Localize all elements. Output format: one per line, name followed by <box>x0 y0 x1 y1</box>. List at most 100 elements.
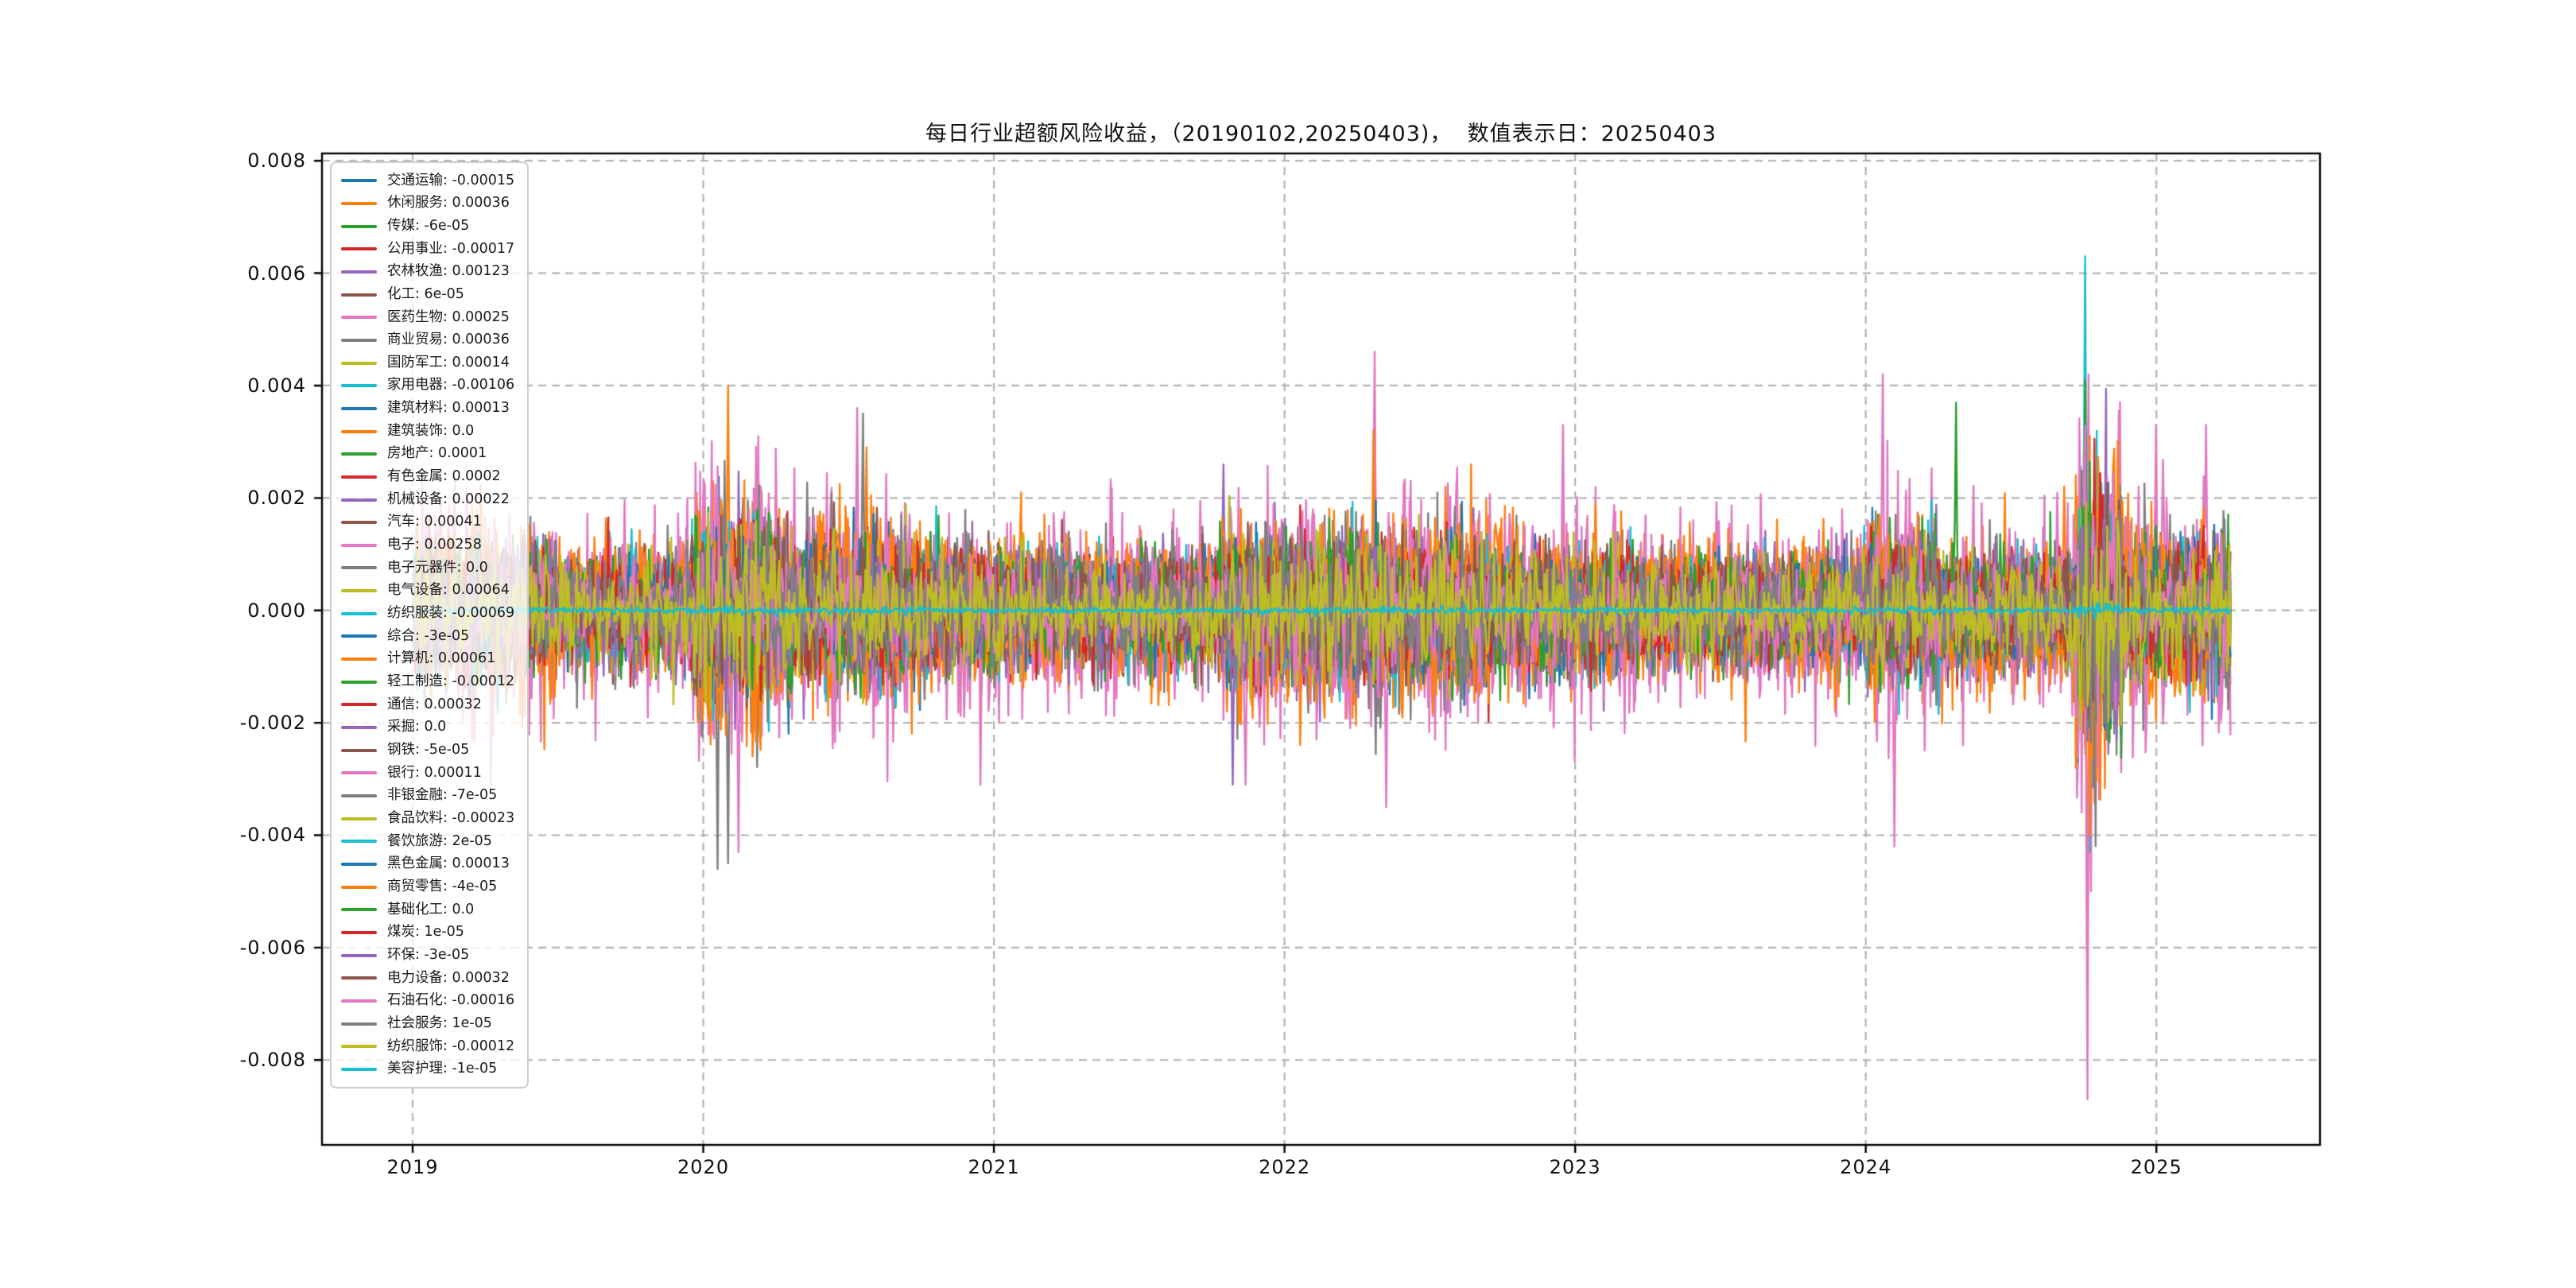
x-tick-label: 2021 <box>930 1156 1057 1178</box>
legend-line-swatch-icon <box>341 771 377 774</box>
legend-line-swatch-icon <box>341 726 377 729</box>
legend-item-label: 商业贸易: 0.00036 <box>387 333 510 347</box>
x-tick-label: 2025 <box>2093 1156 2220 1178</box>
legend-line-swatch-icon <box>341 589 377 592</box>
legend-line-swatch-icon <box>341 452 377 456</box>
legend-item-label: 化工: 6e-05 <box>387 288 464 302</box>
legend-line-swatch-icon <box>341 634 377 638</box>
legend-item-label: 电气设备: 0.00064 <box>387 584 510 598</box>
legend-item: 电力设备: 0.00032 <box>339 967 519 990</box>
legend-line-swatch-icon <box>341 362 377 365</box>
legend-line-swatch-icon <box>341 749 377 752</box>
legend-line-swatch-icon <box>341 954 377 957</box>
legend-line-swatch-icon <box>341 931 377 934</box>
x-tick-label: 2024 <box>1802 1156 1930 1178</box>
legend-line-swatch-icon <box>341 612 377 615</box>
y-tick-label: -0.004 <box>187 824 306 846</box>
y-tick-label: 0.002 <box>187 487 306 509</box>
legend-item: 采掘: 0.0 <box>339 716 519 739</box>
legend-item: 房地产: 0.0001 <box>339 443 519 466</box>
legend-item: 商贸零售: -4e-05 <box>339 875 519 898</box>
x-tick-label: 2022 <box>1221 1156 1348 1178</box>
y-tick-label: 0.008 <box>187 149 306 172</box>
legend-line-swatch-icon <box>341 999 377 1003</box>
legend-item: 电子: 0.00258 <box>339 534 519 557</box>
x-tick-label: 2023 <box>1511 1156 1639 1178</box>
legend-line-swatch-icon <box>341 1045 377 1048</box>
legend-line-swatch-icon <box>341 499 377 502</box>
legend-item-label: 电子元器件: 0.0 <box>387 561 488 576</box>
legend-item: 轻工制造: -0.00012 <box>339 670 519 693</box>
legend-item-label: 有色金属: 0.0002 <box>387 470 501 484</box>
legend-line-swatch-icon <box>341 544 377 547</box>
legend-line-swatch-icon <box>341 407 377 410</box>
legend-item-label: 机械设备: 0.00022 <box>387 493 510 507</box>
y-tick-label: -0.008 <box>187 1049 306 1071</box>
legend-line-swatch-icon <box>341 179 377 182</box>
legend-line-swatch-icon <box>341 840 377 843</box>
legend-line-swatch-icon <box>341 339 377 342</box>
legend-item-label: 公用事业: -0.00017 <box>387 242 514 257</box>
legend-item: 电气设备: 0.00064 <box>339 580 519 603</box>
legend-item: 传媒: -6e-05 <box>339 215 519 238</box>
legend-item: 餐饮旅游: 2e-05 <box>339 830 519 853</box>
legend-item: 休闲服务: 0.00036 <box>339 192 519 215</box>
legend-item-label: 电子: 0.00258 <box>387 538 482 553</box>
legend-item-label: 石油石化: -0.00016 <box>387 994 514 1008</box>
legend-line-swatch-icon <box>341 247 377 250</box>
legend-item-label: 建筑材料: 0.00013 <box>387 402 510 416</box>
legend-item-label: 国防军工: 0.00014 <box>387 356 510 370</box>
legend-item: 银行: 0.00011 <box>339 762 519 785</box>
legend-line-swatch-icon <box>341 908 377 911</box>
legend-line-swatch-icon <box>341 794 377 797</box>
legend-line-swatch-icon <box>341 1068 377 1071</box>
legend-item: 建筑材料: 0.00013 <box>339 398 519 421</box>
legend-item-label: 基础化工: 0.0 <box>387 903 474 918</box>
legend-item: 美容护理: -1e-05 <box>339 1058 519 1081</box>
legend-item-label: 钢铁: -5e-05 <box>387 743 469 758</box>
legend-item: 环保: -3e-05 <box>339 944 519 967</box>
chart-title: 每日行业超额风险收益，（20190102,20250403)， 数值表示日：20… <box>322 116 2320 147</box>
legend-item: 社会服务: 1e-05 <box>339 1012 519 1035</box>
legend-item-label: 传媒: -6e-05 <box>387 219 469 234</box>
legend-item-label: 美容护理: -1e-05 <box>387 1062 497 1077</box>
legend-line-swatch-icon <box>341 817 377 821</box>
legend-item: 交通运输: -0.00015 <box>339 169 519 192</box>
legend-line-swatch-icon <box>341 384 377 387</box>
legend-item: 纺织服饰: -0.00012 <box>339 1035 519 1058</box>
x-tick-label: 2019 <box>349 1156 476 1178</box>
legend-line-swatch-icon <box>341 566 377 569</box>
legend-item-label: 非银金融: -7e-05 <box>387 789 497 803</box>
legend-item-label: 电力设备: 0.00032 <box>387 972 510 986</box>
legend-line-swatch-icon <box>341 681 377 684</box>
legend-line-swatch-icon <box>341 863 377 866</box>
y-tick-label: 0.000 <box>187 599 306 622</box>
legend-item-label: 轻工制造: -0.00012 <box>387 675 514 689</box>
legend-item-label: 纺织服饰: -0.00012 <box>387 1040 514 1054</box>
legend-item: 煤炭: 1e-05 <box>339 921 519 945</box>
legend-item-label: 餐饮旅游: 2e-05 <box>387 835 492 849</box>
legend-item-label: 农林牧渔: 0.00123 <box>387 265 510 279</box>
legend-item: 黑色金属: 0.00013 <box>339 853 519 876</box>
legend-item: 有色金属: 0.0002 <box>339 466 519 489</box>
legend-item-label: 采掘: 0.0 <box>387 720 446 735</box>
legend-item: 建筑装饰: 0.0 <box>339 420 519 443</box>
legend-item-label: 建筑装饰: 0.0 <box>387 425 474 439</box>
legend-line-swatch-icon <box>341 293 377 297</box>
legend-item: 食品饮料: -0.00023 <box>339 807 519 830</box>
legend-item-label: 休闲服务: 0.00036 <box>387 196 510 211</box>
legend-item-label: 综合: -3e-05 <box>387 630 469 644</box>
y-tick-label: -0.002 <box>187 712 306 734</box>
legend-item: 家用电器: -0.00106 <box>339 374 519 398</box>
legend-line-swatch-icon <box>341 703 377 706</box>
legend-item-label: 银行: 0.00011 <box>387 766 482 781</box>
legend-item: 电子元器件: 0.0 <box>339 557 519 580</box>
legend-line-swatch-icon <box>341 976 377 980</box>
legend-line-swatch-icon <box>341 430 377 433</box>
legend-item: 公用事业: -0.00017 <box>339 238 519 261</box>
legend-item-label: 环保: -3e-05 <box>387 949 469 963</box>
legend-item-label: 计算机: 0.00061 <box>387 652 495 666</box>
legend-item: 机械设备: 0.00022 <box>339 488 519 511</box>
legend-line-swatch-icon <box>341 202 377 205</box>
legend-item-label: 黑色金属: 0.00013 <box>387 857 510 871</box>
